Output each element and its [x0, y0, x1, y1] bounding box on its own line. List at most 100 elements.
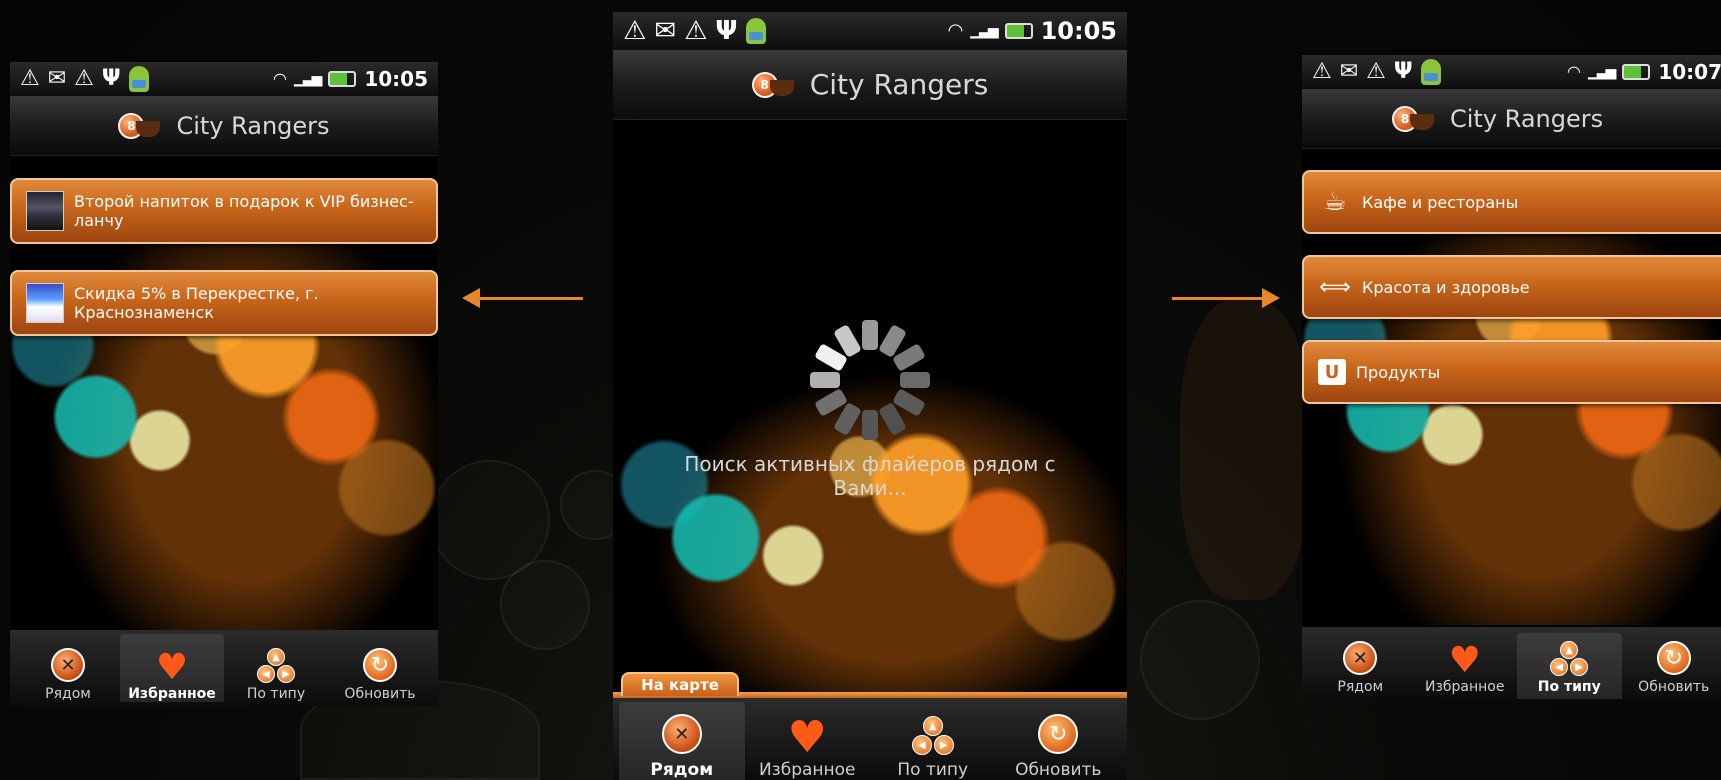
- warning-icon: ⚠: [1312, 59, 1332, 84]
- battery-icon: [328, 71, 357, 87]
- android-icon: [745, 18, 766, 44]
- app-logo: 8: [118, 111, 162, 141]
- nav-favorites[interactable]: ♥ Избранное: [120, 634, 224, 702]
- warning-icon: ⚠: [684, 16, 708, 46]
- coffee-cup-icon: ☕: [1323, 187, 1347, 217]
- nav-refresh[interactable]: ↻ Обновить: [328, 634, 432, 702]
- wifi-icon: ◠: [1567, 62, 1581, 81]
- nav-label: Избранное: [128, 686, 216, 702]
- flyer-item[interactable]: Второй напиток в подарок к VIP бизнес-ла…: [10, 178, 438, 244]
- status-bar: ⚠ ✉ ⚠ Ψ ◠ ▁▃▅ 10:05: [10, 62, 438, 96]
- nav-by-type[interactable]: ▲ ◀ ▶ По типу: [870, 702, 996, 780]
- title-bar: 8 City Rangers: [1302, 89, 1721, 149]
- categories-icon: ▲ ◀ ▶: [257, 648, 295, 684]
- category-label: Кафе и рестораны: [1362, 192, 1519, 212]
- categories-icon: ▲ ◀ ▶: [1550, 641, 1589, 677]
- background-bubble: [1180, 300, 1310, 600]
- signal-icon: ▁▃▅: [970, 23, 998, 39]
- nav-label: Избранное: [758, 760, 856, 780]
- nav-label: Рядом: [1337, 679, 1384, 695]
- shopping-bag-icon: U: [1318, 359, 1346, 385]
- nav-nearby[interactable]: ✕ Рядом: [1308, 633, 1413, 699]
- nav-label: По типу: [246, 686, 306, 702]
- phone-loading-screen: ⚠ ✉ ⚠ Ψ ◠ ▁▃▅ 10:05 8 City Rangers Поиск…: [613, 12, 1127, 780]
- phone-categories-screen: ⚠ ✉ ⚠ Ψ ◠ ▁▃▅ 10:07 8 City Rangers ☕ Каф…: [1302, 55, 1721, 699]
- usb-icon: Ψ: [1393, 59, 1413, 84]
- signal-icon: ▁▃▅: [294, 71, 322, 87]
- coffee-cup-icon: [769, 79, 794, 96]
- flyer-thumbnail: [26, 283, 64, 323]
- nav-label: Рядом: [650, 760, 714, 780]
- nav-label: По типу: [897, 760, 969, 780]
- category-cafe-restaurants[interactable]: ☕ Кафе и рестораны: [1302, 170, 1721, 234]
- nav-by-type[interactable]: ▲ ◀ ▶ По типу: [1517, 633, 1622, 699]
- warning-icon: ⚠: [1366, 59, 1386, 84]
- nav-nearby[interactable]: ✕ Рядом: [619, 702, 745, 780]
- nav-favorites[interactable]: ♥ Избранное: [1413, 633, 1518, 699]
- nav-nearby[interactable]: ✕ Рядом: [16, 634, 120, 702]
- mail-icon: ✉: [1339, 59, 1359, 84]
- category-label: Красота и здоровье: [1362, 277, 1530, 297]
- app-title: City Rangers: [809, 68, 989, 101]
- title-bar: 8 City Rangers: [10, 96, 438, 156]
- nav-label: Обновить: [344, 686, 416, 702]
- app-title: City Rangers: [1450, 104, 1604, 133]
- clock: 10:05: [1040, 17, 1117, 45]
- arrow-right-icon: [1172, 288, 1280, 308]
- nav-label: Рядом: [45, 686, 91, 702]
- mail-icon: ✉: [47, 66, 67, 91]
- heart-icon: ♥: [787, 712, 827, 763]
- heart-icon: ♥: [1448, 640, 1481, 681]
- tab-on-map[interactable]: На карте: [621, 672, 739, 696]
- nav-label: Обновить: [1015, 760, 1102, 780]
- nav-refresh[interactable]: ↻ Обновить: [996, 702, 1122, 780]
- dumbbell-icon: ⟺: [1319, 274, 1351, 300]
- bottom-nav: ✕ Рядом ♥ Избранное ▲ ◀ ▶ По типу ↻ Обнови…: [613, 698, 1127, 780]
- coffee-cup-icon: [136, 120, 161, 137]
- flyer-item[interactable]: Скидка 5% в Перекрестке, г. Краснознамен…: [10, 270, 438, 336]
- wifi-icon: ◠: [948, 20, 963, 41]
- clock: 10:05: [364, 67, 428, 91]
- bottom-nav: ✕ Рядом ♥ Избранное ▲ ◀ ▶ По типу ↻ Обнови…: [10, 630, 438, 706]
- mail-icon: ✉: [654, 16, 677, 46]
- heart-icon: ♥: [155, 647, 189, 688]
- app-title: City Rangers: [176, 111, 330, 140]
- battery-icon: [1004, 23, 1033, 39]
- nav-label: Избранное: [1424, 679, 1505, 695]
- nav-label: Обновить: [1638, 679, 1710, 695]
- flyer-thumbnail: [26, 191, 64, 231]
- flyer-title: Скидка 5% в Перекрестке, г. Краснознамен…: [74, 284, 319, 322]
- title-bar: 8 City Rangers: [613, 50, 1127, 120]
- battery-icon: [1622, 64, 1651, 80]
- usb-icon: Ψ: [715, 16, 738, 46]
- app-logo: 8: [1392, 104, 1436, 134]
- usb-icon: Ψ: [101, 66, 121, 91]
- wifi-icon: ◠: [273, 69, 287, 88]
- refresh-icon: ↻: [1656, 641, 1691, 675]
- warning-icon: ⚠: [74, 66, 94, 91]
- category-groceries[interactable]: U Продукты: [1302, 340, 1721, 404]
- categories-icon: ▲ ◀ ▶: [911, 716, 954, 756]
- android-icon: [1420, 59, 1441, 85]
- status-bar: ⚠ ✉ ⚠ Ψ ◠ ▁▃▅ 10:05: [613, 12, 1127, 50]
- category-beauty-health[interactable]: ⟺ Красота и здоровье: [1302, 255, 1721, 319]
- app-logo: 8: [751, 70, 796, 100]
- refresh-icon: ↻: [363, 648, 397, 682]
- warning-icon: ⚠: [623, 16, 647, 46]
- bottom-nav: ✕ Рядом ♥ Избранное ▲ ◀ ▶ По типу ↻ Обнови…: [1302, 627, 1721, 699]
- phone-favorites-screen: ⚠ ✉ ⚠ Ψ ◠ ▁▃▅ 10:05 8 City Rangers Второ…: [10, 62, 438, 706]
- compass-icon: ✕: [1343, 641, 1378, 675]
- android-icon: [128, 66, 149, 92]
- nav-by-type[interactable]: ▲ ◀ ▶ По типу: [224, 634, 328, 702]
- compass-icon: ✕: [51, 648, 85, 682]
- nav-favorites[interactable]: ♥ Избранное: [745, 702, 871, 780]
- nav-refresh[interactable]: ↻ Обновить: [1622, 633, 1721, 699]
- background-bubble: [1140, 600, 1260, 720]
- compass-icon: ✕: [661, 714, 702, 754]
- coffee-cup-icon: [1410, 113, 1434, 130]
- refresh-icon: ↻: [1038, 714, 1079, 754]
- clock: 10:07: [1658, 60, 1721, 84]
- category-label: Продукты: [1356, 362, 1441, 382]
- background-bubble: [500, 560, 590, 650]
- signal-icon: ▁▃▅: [1588, 64, 1616, 80]
